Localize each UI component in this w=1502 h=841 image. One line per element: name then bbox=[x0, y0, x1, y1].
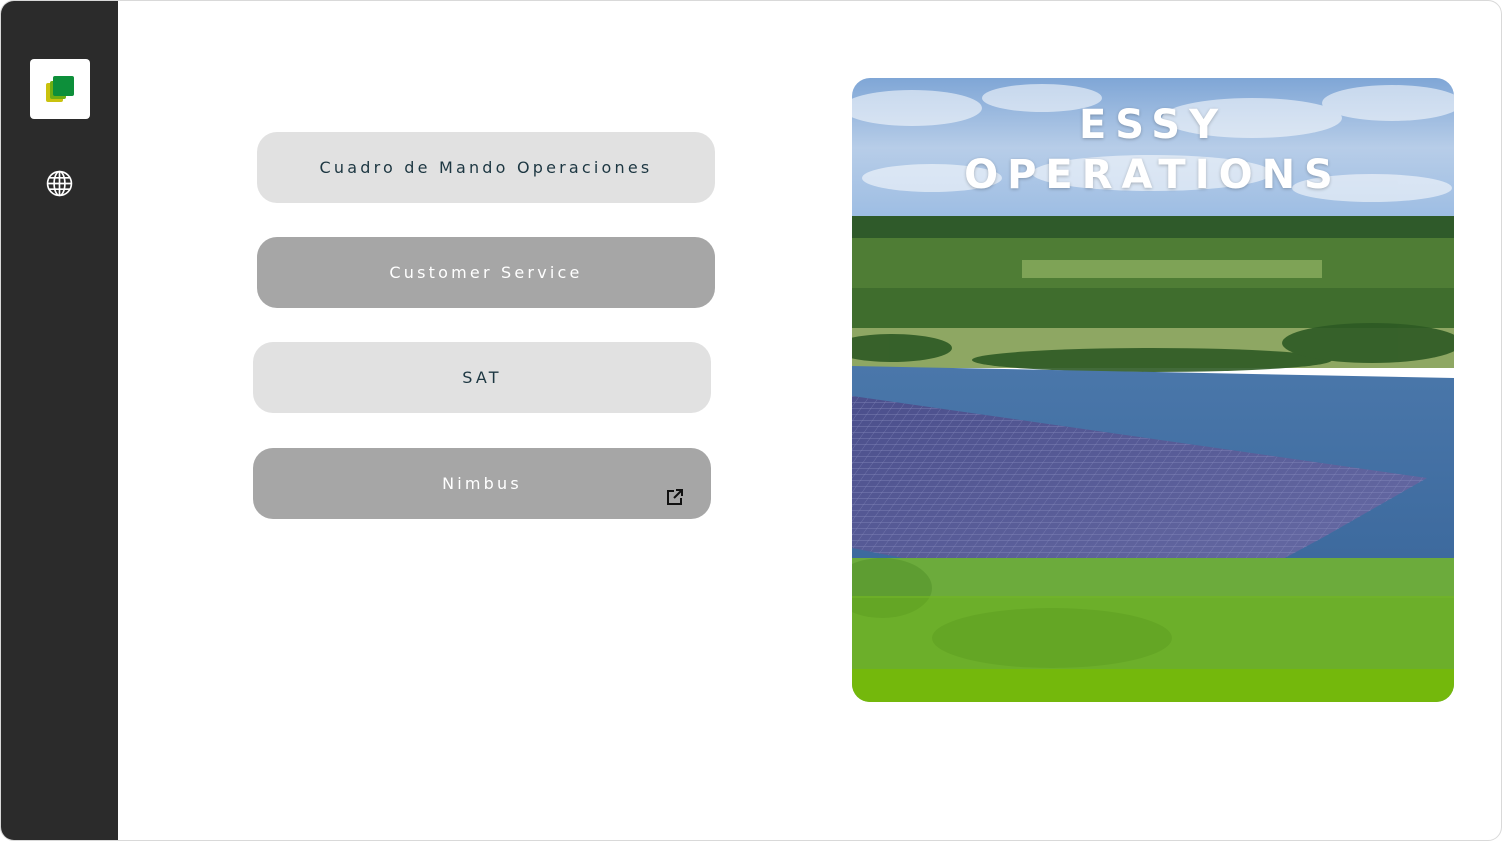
customer-service-button[interactable]: Customer Service bbox=[257, 237, 715, 308]
button-label: Cuadro de Mando Operaciones bbox=[319, 158, 653, 177]
hero-banner: ESSY OPERATIONS bbox=[852, 78, 1454, 702]
button-label: Nimbus bbox=[442, 474, 522, 493]
sidebar bbox=[1, 1, 118, 840]
app-window: Cuadro de Mando Operaciones Customer Ser… bbox=[0, 0, 1502, 841]
sat-button[interactable]: SAT bbox=[253, 342, 711, 413]
hero-title-line1: ESSY bbox=[1078, 102, 1228, 148]
nimbus-button[interactable]: Nimbus bbox=[253, 448, 711, 519]
button-label: SAT bbox=[462, 368, 502, 387]
hero-title-line2: OPERATIONS bbox=[964, 152, 1342, 198]
essy-logo-icon[interactable] bbox=[30, 59, 90, 119]
globe-icon[interactable] bbox=[46, 170, 73, 197]
button-label: Customer Service bbox=[389, 263, 583, 282]
hero-title: ESSY OPERATIONS bbox=[852, 100, 1454, 200]
external-link-icon bbox=[667, 489, 683, 505]
cuadro-de-mando-operaciones-button[interactable]: Cuadro de Mando Operaciones bbox=[257, 132, 715, 203]
